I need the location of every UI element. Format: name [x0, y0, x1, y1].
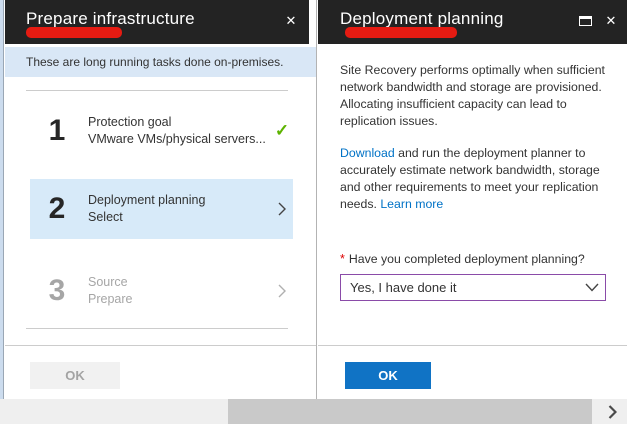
- info-banner: These are long running tasks done on-pre…: [5, 47, 316, 77]
- scrollbar-thumb[interactable]: [228, 399, 592, 424]
- download-link[interactable]: Download: [340, 146, 395, 160]
- step-number: 2: [48, 192, 66, 225]
- right-blade-footer: OK: [318, 345, 627, 399]
- step-number: 1: [48, 114, 66, 147]
- question-label-row: * Have you completed deployment planning?: [340, 252, 607, 266]
- step-text: Protection goal VMware VMs/physical serv…: [88, 114, 271, 148]
- blade-content: Site Recovery performs optimally when su…: [318, 44, 627, 301]
- learn-more-link[interactable]: Learn more: [380, 197, 443, 211]
- deployment-planning-dropdown[interactable]: Yes, I have done it: [340, 274, 606, 301]
- prepare-infrastructure-header: Prepare infrastructure ✕: [5, 0, 309, 44]
- blade-title: Deployment planning: [340, 9, 504, 28]
- left-blade-footer: OK: [5, 345, 316, 399]
- step-title: Source: [88, 275, 128, 289]
- ok-button[interactable]: OK: [345, 362, 431, 389]
- redaction-mark: [345, 27, 457, 38]
- dropdown-selected-value: Yes, I have done it: [350, 280, 457, 295]
- chevron-right-icon: [271, 283, 293, 299]
- close-icon[interactable]: ✕: [281, 11, 301, 31]
- scroll-right-icon[interactable]: [603, 403, 621, 421]
- question-label: Have you completed deployment planning?: [348, 252, 585, 266]
- divider: [26, 328, 288, 329]
- step-item-source[interactable]: 3 Source Prepare: [30, 262, 293, 320]
- step-title: Protection goal: [88, 115, 172, 129]
- deployment-planning-blade: Deployment planning ✕ Site Recovery perf…: [318, 0, 627, 399]
- maximize-icon[interactable]: [575, 11, 595, 31]
- step-title: Deployment planning: [88, 193, 206, 207]
- divider: [26, 90, 288, 91]
- ok-button-disabled[interactable]: OK: [30, 362, 120, 389]
- chevron-right-icon: [271, 201, 293, 217]
- step-number: 3: [48, 274, 66, 307]
- required-asterisk: *: [340, 252, 345, 266]
- close-icon[interactable]: ✕: [601, 11, 621, 31]
- step-item-protection-goal[interactable]: 1 Protection goal VMware VMs/physical se…: [30, 102, 293, 160]
- azure-portal-canvas: Prepare infrastructure ✕ These are long …: [0, 0, 627, 424]
- step-subtitle: VMware VMs/physical servers...: [88, 132, 266, 146]
- page-left-edge: [0, 0, 4, 399]
- blade-title: Prepare infrastructure: [26, 9, 195, 28]
- intro-paragraph: Site Recovery performs optimally when su…: [340, 63, 605, 128]
- prepare-infrastructure-blade: Prepare infrastructure ✕ These are long …: [5, 0, 317, 399]
- step-item-deployment-planning[interactable]: 2 Deployment planning Select: [30, 179, 293, 239]
- check-icon: ✓: [274, 121, 290, 140]
- step-subtitle: Select: [88, 210, 123, 224]
- step-text: Deployment planning Select: [88, 192, 271, 226]
- planner-paragraph: Download and run the deployment planner …: [340, 145, 607, 213]
- chevron-down-icon: [579, 283, 605, 292]
- horizontal-scrollbar[interactable]: [0, 399, 627, 424]
- redaction-mark: [26, 27, 122, 38]
- step-text: Source Prepare: [88, 274, 271, 308]
- deployment-planning-header: Deployment planning ✕: [318, 0, 627, 44]
- step-subtitle: Prepare: [88, 292, 133, 306]
